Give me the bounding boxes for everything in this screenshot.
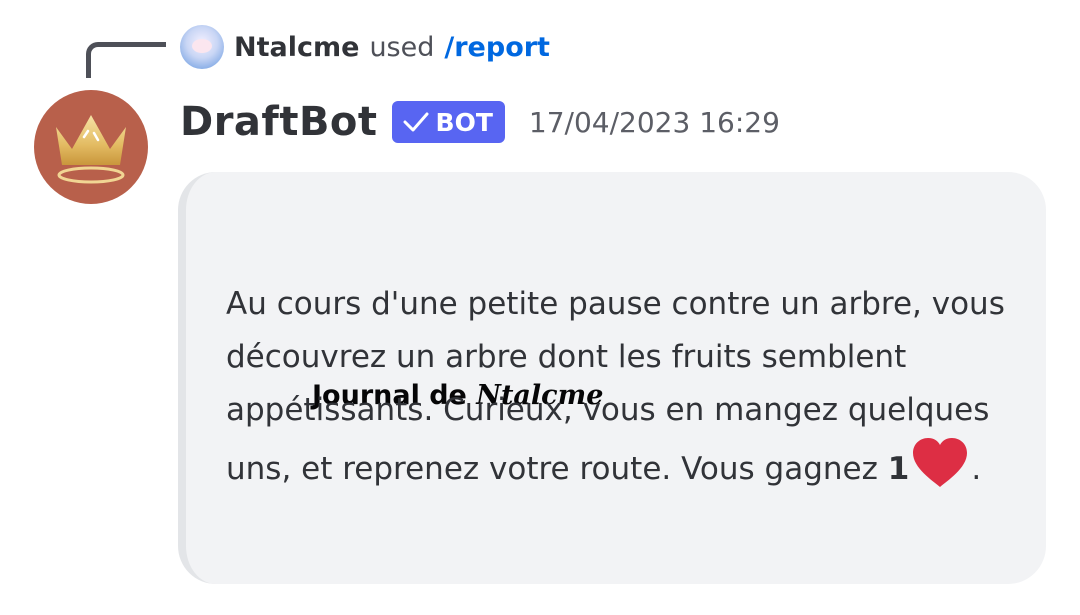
reply-reference[interactable]: Ntalcme used /report: [180, 24, 550, 70]
embed-description: Au cours d'une petite pause contre un ar…: [226, 278, 1026, 496]
bot-badge: BOT: [391, 101, 505, 143]
bot-badge-label: BOT: [435, 107, 493, 137]
reply-spine: [86, 42, 166, 78]
embed-body-end: .: [971, 451, 982, 487]
author-avatar[interactable]: [34, 90, 148, 204]
crown-icon: [56, 115, 126, 184]
verified-check-icon: [403, 112, 429, 132]
message-timestamp[interactable]: 17/04/2023 16:29: [529, 106, 780, 139]
slash-command-link[interactable]: /report: [444, 32, 550, 63]
reply-used-text: used: [369, 31, 435, 63]
replied-username[interactable]: Ntalcme: [234, 32, 359, 63]
message-header: DraftBot BOT 17/04/2023 16:29: [180, 96, 780, 148]
author-name[interactable]: DraftBot: [180, 99, 378, 145]
heart-icon: [913, 438, 968, 487]
replied-user-avatar[interactable]: [180, 25, 224, 69]
reward-amount: 1: [887, 451, 910, 487]
